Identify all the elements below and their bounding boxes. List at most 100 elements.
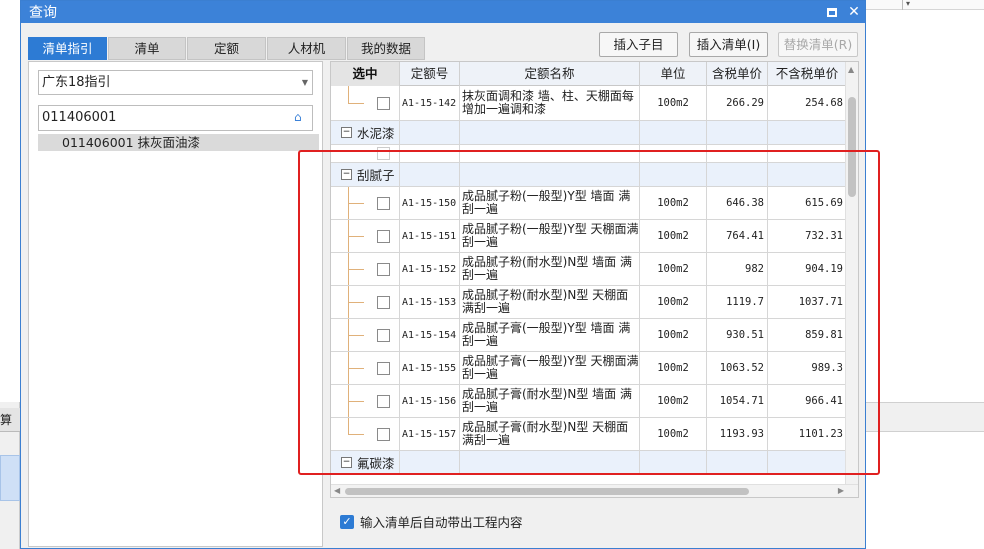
tree-line xyxy=(348,236,364,237)
group-label: − 刮腻子 xyxy=(331,163,400,186)
tab-my-data[interactable]: 我的数据 xyxy=(347,37,425,60)
col-header-code[interactable]: 定额号 xyxy=(400,62,460,86)
notax-price-cell: 966.41 xyxy=(768,385,847,417)
code-cell: A1-15-156 xyxy=(400,385,460,417)
col-header-unit[interactable]: 单位 xyxy=(640,62,707,86)
col-header-name[interactable]: 定额名称 xyxy=(460,62,640,86)
background-selected-row[interactable] xyxy=(0,455,20,501)
select-cell xyxy=(331,352,400,384)
code-cell: A1-15-153 xyxy=(400,286,460,318)
name-cell: 成品腻子粉(一般型)Y型 天棚面满刮一遍 xyxy=(460,220,640,252)
table-row[interactable]: A1-15-155 成品腻子膏(一般型)Y型 天棚面满刮一遍 100m2 106… xyxy=(331,352,847,385)
row-checkbox[interactable] xyxy=(377,97,390,110)
notax-price-cell: 859.81 xyxy=(768,319,847,351)
unit-cell: 100m2 xyxy=(640,352,707,384)
table-row[interactable]: A1-15-150 成品腻子粉(一般型)Y型 墙面 满刮一遍 100m2 646… xyxy=(331,187,847,220)
tree-item-selected[interactable]: 011406001 抹灰面油漆 xyxy=(38,134,319,151)
tab-labor-material-machine[interactable]: 人材机 xyxy=(267,37,346,60)
row-checkbox[interactable] xyxy=(377,296,390,309)
row-checkbox[interactable] xyxy=(377,197,390,210)
guide-select-value: 广东18指引 xyxy=(42,75,111,90)
table-row[interactable] xyxy=(331,145,847,163)
group-title: 氟碳漆 xyxy=(357,456,395,471)
vertical-scrollbar[interactable]: ▲ xyxy=(845,62,858,485)
table-row[interactable]: A1-15-152 成品腻子粉(耐水型)N型 墙面 满刮一遍 100m2 982… xyxy=(331,253,847,286)
chevron-down-icon: ▼ xyxy=(301,78,308,87)
tree-line xyxy=(348,103,364,104)
select-cell xyxy=(331,220,400,252)
guide-panel: 广东18指引 ▼ 011406001 ⌂ 011406001 抹灰面油漆 xyxy=(28,61,323,547)
tree-line xyxy=(348,335,364,336)
name-cell: 成品腻子膏(耐水型)N型 天棚面满刮一遍 xyxy=(460,418,640,450)
maximize-icon xyxy=(827,7,837,17)
close-button[interactable]: ✕ xyxy=(843,1,865,23)
background-toolbar-fragment: ▾ xyxy=(866,0,984,10)
notax-price-cell: 989.3 xyxy=(768,352,847,384)
horizontal-scroll-thumb[interactable] xyxy=(345,488,749,495)
table-row[interactable]: A1-15-151 成品腻子粉(一般型)Y型 天棚面满刮一遍 100m2 764… xyxy=(331,220,847,253)
replace-list-button[interactable]: 替换清单(R) xyxy=(778,32,858,57)
scroll-left-icon[interactable]: ◀ xyxy=(334,486,340,495)
table-row[interactable]: A1-15-154 成品腻子膏(一般型)Y型 墙面 满刮一遍 100m2 930… xyxy=(331,319,847,352)
vertical-scroll-thumb[interactable] xyxy=(848,97,856,197)
group-row[interactable]: − 氟碳漆 xyxy=(331,451,847,475)
grid-header: 选中 定额号 定额名称 单位 含税单价 不含税单价 xyxy=(331,62,847,86)
code-cell: A1-15-142 xyxy=(400,86,460,120)
notax-price-cell: 732.31 xyxy=(768,220,847,252)
scroll-up-icon[interactable]: ▲ xyxy=(848,65,854,74)
group-label: − 氟碳漆 xyxy=(331,451,400,474)
table-row[interactable]: A1-15-156 成品腻子膏(耐水型)N型 墙面 满刮一遍 100m2 105… xyxy=(331,385,847,418)
unit-cell: 100m2 xyxy=(640,253,707,285)
collapse-icon[interactable]: − xyxy=(341,457,352,468)
row-checkbox[interactable] xyxy=(377,230,390,243)
code-cell: A1-15-151 xyxy=(400,220,460,252)
maximize-button[interactable] xyxy=(821,1,843,23)
table-row[interactable]: A1-15-157 成品腻子膏(耐水型)N型 天棚面满刮一遍 100m2 119… xyxy=(331,418,847,451)
scroll-right-icon[interactable]: ▶ xyxy=(838,486,844,495)
dialog-titlebar[interactable]: 查询 ✕ xyxy=(21,1,865,23)
auto-bring-option[interactable]: ✓ 输入清单后自动带出工程内容 xyxy=(340,512,523,531)
grid-rows: A1-15-142 抹灰面调和漆 墙、柱、天棚面每增加一遍调和漆 100m2 2… xyxy=(331,86,847,475)
row-checkbox[interactable] xyxy=(377,147,390,160)
guide-select[interactable]: 广东18指引 ▼ xyxy=(38,70,313,95)
col-header-notax-price[interactable]: 不含税单价 xyxy=(768,62,847,86)
group-row[interactable]: − 刮腻子 xyxy=(331,163,847,187)
locate-icon[interactable]: ⌂ xyxy=(294,109,308,125)
tax-price-cell: 266.29 xyxy=(707,86,768,120)
group-label: − 水泥漆 xyxy=(331,121,400,144)
row-checkbox[interactable] xyxy=(377,362,390,375)
tab-list[interactable]: 清单 xyxy=(108,37,186,60)
auto-bring-checkbox[interactable]: ✓ xyxy=(340,514,354,529)
table-row[interactable]: A1-15-153 成品腻子粉(耐水型)N型 天棚面满刮一遍 100m2 111… xyxy=(331,286,847,319)
insert-child-button[interactable]: 插入子目 xyxy=(599,32,678,57)
notax-price-cell: 615.69 xyxy=(768,187,847,219)
group-title: 刮腻子 xyxy=(357,168,395,183)
col-header-tax-price[interactable]: 含税单价 xyxy=(707,62,768,86)
code-cell: A1-15-152 xyxy=(400,253,460,285)
select-cell xyxy=(331,418,400,450)
tree-line xyxy=(348,269,364,270)
row-checkbox[interactable] xyxy=(377,395,390,408)
col-header-select[interactable]: 选中 xyxy=(331,62,400,86)
collapse-icon[interactable]: − xyxy=(341,127,352,138)
row-checkbox[interactable] xyxy=(377,329,390,342)
tree-line xyxy=(348,86,349,103)
horizontal-scrollbar[interactable]: ◀ ▶ xyxy=(331,484,858,497)
table-row[interactable]: A1-15-142 抹灰面调和漆 墙、柱、天棚面每增加一遍调和漆 100m2 2… xyxy=(331,86,847,121)
tab-list-guide[interactable]: 清单指引 xyxy=(28,37,107,60)
code-search-input[interactable]: 011406001 ⌂ xyxy=(38,105,313,131)
unit-cell: 100m2 xyxy=(640,418,707,450)
insert-list-button[interactable]: 插入清单(I) xyxy=(689,32,768,57)
background-left-tab[interactable]: 算 xyxy=(0,408,20,432)
tax-price-cell: 1054.71 xyxy=(707,385,768,417)
collapse-icon[interactable]: − xyxy=(341,169,352,180)
tax-price-cell: 1193.93 xyxy=(707,418,768,450)
select-cell xyxy=(331,253,400,285)
row-checkbox[interactable] xyxy=(377,263,390,276)
tab-quota[interactable]: 定额 xyxy=(187,37,266,60)
tax-price-cell: 764.41 xyxy=(707,220,768,252)
row-checkbox[interactable] xyxy=(377,428,390,441)
unit-cell: 100m2 xyxy=(640,187,707,219)
tree-line xyxy=(348,418,349,434)
group-row[interactable]: − 水泥漆 xyxy=(331,121,847,145)
